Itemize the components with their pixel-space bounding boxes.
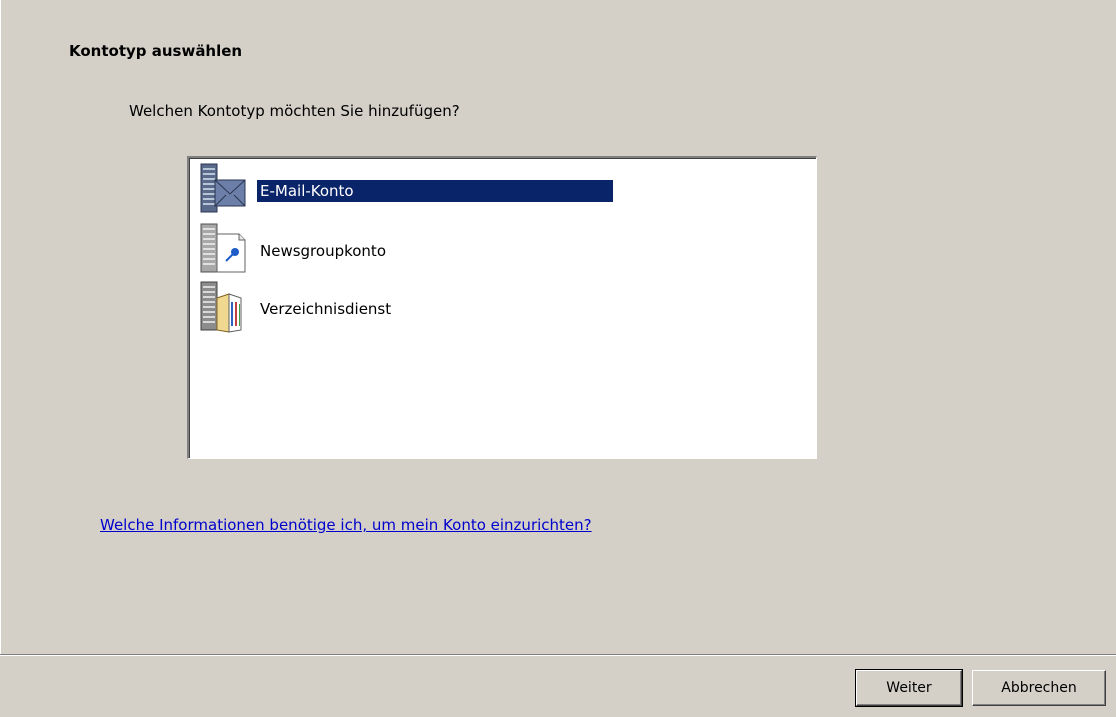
cancel-button[interactable]: Abbrechen bbox=[972, 670, 1106, 706]
list-item-label: Verzeichnisdienst bbox=[260, 300, 392, 318]
list-item-directory-service[interactable]: Verzeichnisdienst bbox=[195, 280, 795, 336]
list-item-newsgroup-account[interactable]: Newsgroupkonto bbox=[195, 222, 795, 278]
list-item-label: Newsgroupkonto bbox=[260, 242, 386, 260]
account-info-help-link[interactable]: Welche Informationen benötige ich, um me… bbox=[100, 516, 592, 534]
list-item-email-account[interactable]: E-Mail-Konto bbox=[195, 162, 795, 218]
account-type-listbox[interactable]: E-Mail-Konto Newsgroupkonto Verzeichnisd… bbox=[187, 156, 817, 459]
mail-server-icon bbox=[200, 163, 246, 213]
list-item-label: E-Mail-Konto bbox=[257, 180, 613, 202]
account-type-question: Welchen Kontotyp möchten Sie hinzufügen? bbox=[129, 102, 460, 120]
next-button[interactable]: Weiter bbox=[855, 669, 963, 707]
account-type-dialog: Kontotyp auswählen Welchen Kontotyp möch… bbox=[0, 0, 1116, 717]
dialog-content-area: Kontotyp auswählen Welchen Kontotyp möch… bbox=[1, 0, 1116, 654]
newsgroup-icon bbox=[200, 223, 246, 273]
footer-separator bbox=[0, 654, 1116, 656]
directory-service-icon bbox=[200, 281, 242, 333]
page-title: Kontotyp auswählen bbox=[69, 42, 243, 60]
